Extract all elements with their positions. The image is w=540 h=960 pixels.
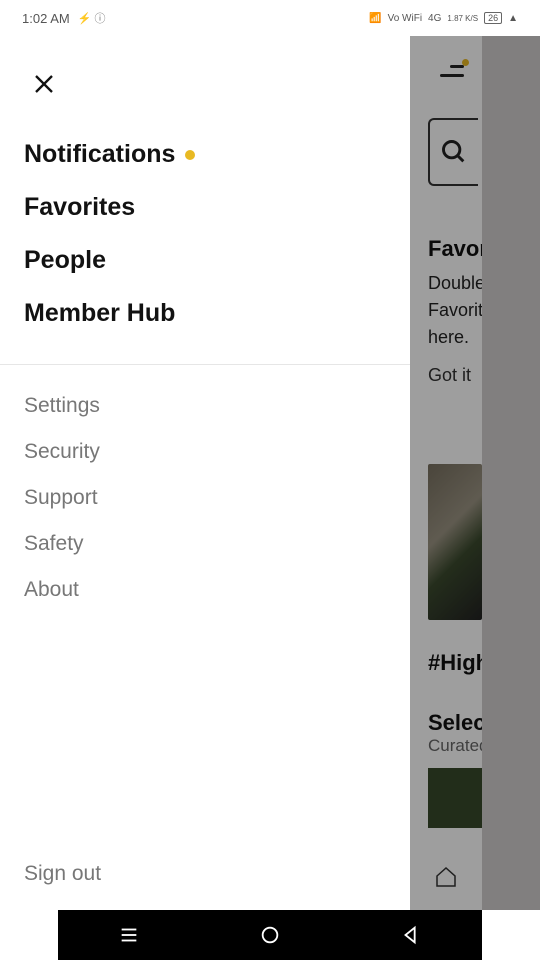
status-extra-icon: ▲ [508,13,518,24]
outer-gutter [482,36,540,910]
nav-label: Member Hub [24,299,175,328]
battery-icon: 26 [484,12,502,24]
nav-label: People [24,246,106,275]
drawer-scrim[interactable] [410,36,482,910]
home-nav-icon[interactable] [259,924,281,946]
nav-label: Notifications [24,140,175,169]
nav-item-support[interactable]: Support [24,475,386,521]
close-icon [32,72,56,96]
signal-label: 4G [428,13,441,24]
nav-item-notifications[interactable]: Notifications [24,128,386,181]
nav-item-member-hub[interactable]: Member Hub [24,287,386,340]
nav-label: Favorites [24,193,135,222]
nav-item-about[interactable]: About [24,567,386,613]
nav-gutter-left [0,910,58,960]
vowifi-label: Vo WiFi [388,13,422,24]
nav-item-settings[interactable]: Settings [24,383,386,429]
wifi-icon: 📶 [369,13,381,24]
side-drawer: Notifications Favorites People Member Hu… [0,36,410,910]
status-left-icons: ⚡ ⓘ [78,10,106,26]
nav-item-security[interactable]: Security [24,429,386,475]
status-time: 1:02 AM [22,11,70,26]
recents-icon[interactable] [118,924,140,946]
system-nav-bar [58,910,482,960]
nav-item-people[interactable]: People [24,234,386,287]
status-bar: 1:02 AM ⚡ ⓘ 📶 Vo WiFi 4G 1.87 K/S 26 ▲ [0,0,540,36]
nav-item-favorites[interactable]: Favorites [24,181,386,234]
netspeed: 1.87 K/S [447,14,478,23]
sign-out-button[interactable]: Sign out [0,862,410,910]
close-button[interactable] [24,64,64,104]
back-icon[interactable] [400,924,422,946]
notification-dot-icon [185,150,195,160]
nav-gutter-right [482,910,540,960]
nav-item-safety[interactable]: Safety [24,521,386,567]
